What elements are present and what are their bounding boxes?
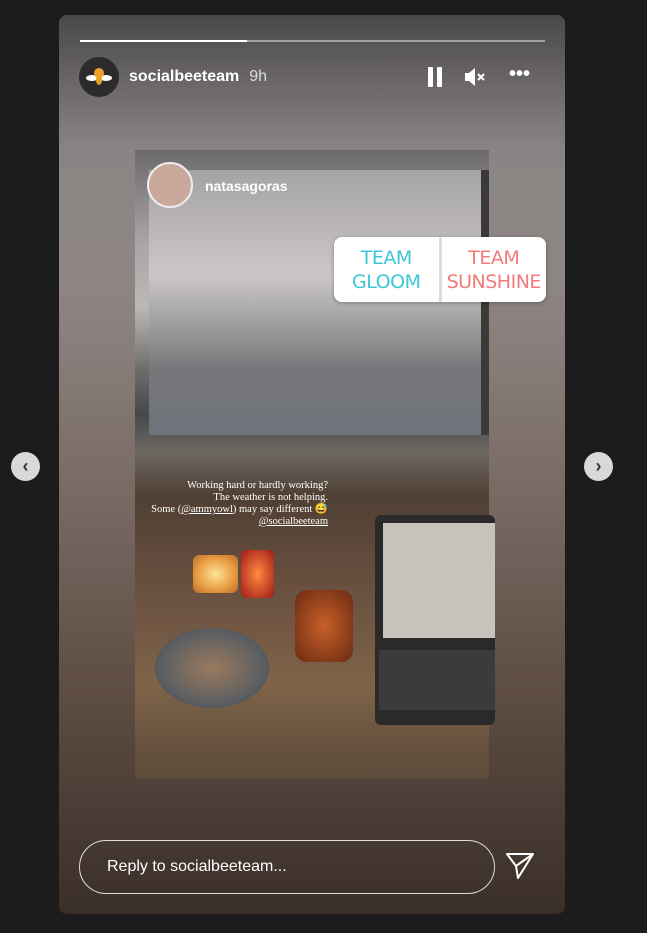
poll-option-team-gloom[interactable]: TEAM GLOOM	[334, 237, 442, 302]
story-header: socialbeeteam 9h •••	[79, 57, 545, 97]
mention-link[interactable]: @ammyowl	[181, 504, 233, 515]
bee-logo-icon	[86, 68, 112, 85]
caption-text: Some (	[151, 504, 182, 515]
previous-story-button[interactable]: ‹	[11, 452, 40, 481]
poll-sticker: TEAM GLOOM TEAM SUNSHINE	[334, 237, 546, 302]
reply-input[interactable]: Reply to socialbeeteam...	[79, 840, 495, 894]
pause-icon[interactable]	[428, 67, 442, 87]
poll-option-team-sunshine[interactable]: TEAM SUNSHINE	[442, 237, 547, 302]
story-time: 9h	[249, 68, 268, 85]
author-name[interactable]: natasagoras	[205, 178, 287, 194]
poll-option-label: SUNSHINE	[446, 270, 542, 293]
author-avatar[interactable]	[147, 162, 193, 208]
caption-line: Some (@ammyowl) may say different 😅	[135, 504, 328, 516]
avatar[interactable]	[79, 57, 119, 97]
muted-speaker-icon[interactable]	[465, 68, 487, 86]
caption-line: The weather is not helping.	[213, 492, 328, 503]
mug	[295, 590, 353, 662]
laptop	[375, 515, 495, 725]
poll-option-label: TEAM	[468, 246, 520, 269]
window-view	[149, 170, 489, 435]
candle	[193, 555, 238, 593]
story-viewer: socialbeeteam 9h ••• natasagoras Working…	[59, 15, 565, 914]
caption-line: Working hard or hardly working?	[187, 480, 328, 491]
progress-fill	[80, 40, 248, 42]
send-icon[interactable]	[505, 852, 535, 880]
more-options-button[interactable]: •••	[509, 63, 530, 86]
candle	[241, 550, 274, 598]
story-progress-bar	[80, 40, 545, 42]
story-caption: Working hard or hardly working? The weat…	[135, 480, 328, 528]
caption-text: ) may say different 😅	[232, 504, 328, 515]
story-username[interactable]: socialbeeteam	[129, 68, 239, 86]
bowl	[155, 628, 269, 708]
next-story-button[interactable]: ›	[584, 452, 613, 481]
mention-link[interactable]: @socialbeeteam	[259, 516, 328, 527]
